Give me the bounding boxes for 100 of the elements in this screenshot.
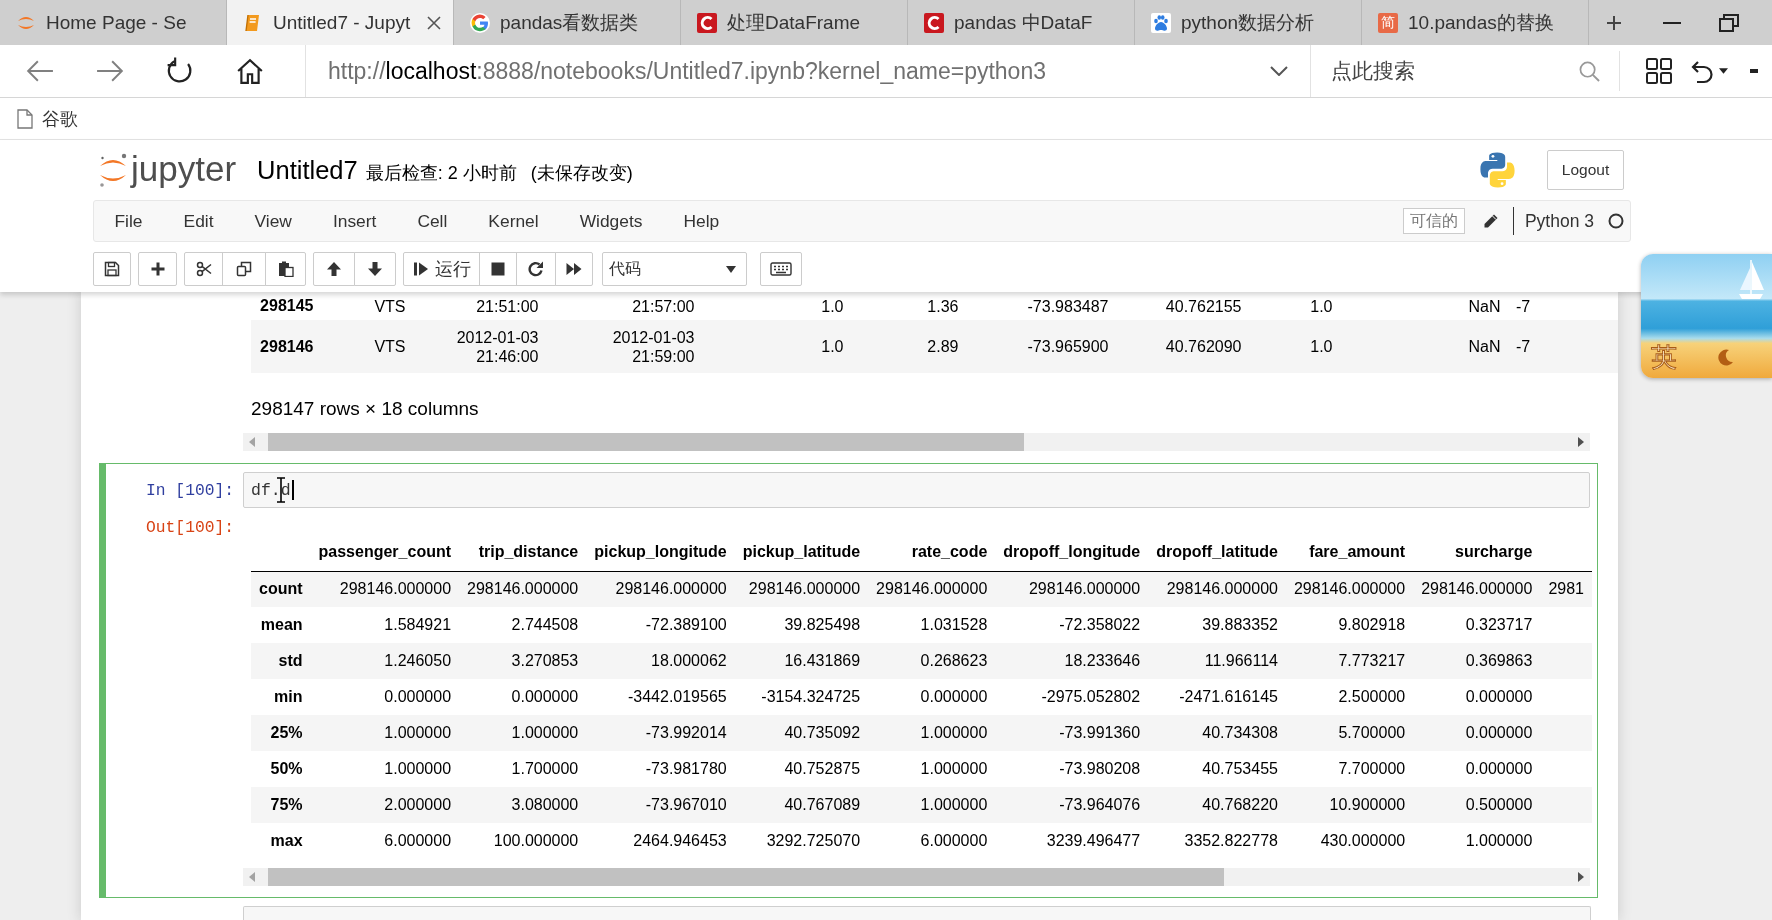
table-cell: 430.000000 (1285, 823, 1414, 859)
close-icon (427, 15, 441, 30)
table-cell: 3239.496477 (995, 823, 1149, 859)
home-icon (236, 57, 264, 85)
table-cell: 3.080000 (459, 787, 587, 823)
table-cell: 1.000000 (310, 751, 460, 787)
arrow-right-icon (96, 59, 124, 83)
table-cell: 298146.000000 (868, 571, 996, 607)
horizontal-scrollbar[interactable] (243, 433, 1590, 451)
run-button[interactable]: 运行 (403, 252, 480, 286)
column-header: surcharge (1413, 533, 1541, 571)
column-header: dropoff_latitude (1148, 533, 1286, 571)
cell-type-select[interactable]: 代码 (602, 252, 747, 286)
column-header: pickup_longitude (586, 533, 735, 571)
insert-cell-button[interactable] (138, 252, 177, 286)
table-cell: 0.000000 (310, 679, 460, 715)
interrupt-button[interactable] (479, 252, 517, 286)
menu-item[interactable]: Help (662, 201, 740, 241)
scrollbar-thumb[interactable] (268, 433, 1024, 451)
edit-button[interactable] (1482, 213, 1499, 229)
table-cell: 7.773217 (1285, 643, 1414, 679)
step-forward-icon (412, 261, 429, 277)
restart-icon (528, 261, 544, 277)
code-cell[interactable] (99, 463, 1598, 898)
row-header: count (251, 571, 311, 607)
arrow-right-icon[interactable] (1578, 437, 1584, 447)
table-cell: -73.964076 (995, 787, 1149, 823)
row-header: min (251, 679, 311, 715)
table-cell: 6.000000 (310, 823, 460, 859)
table-cell: 40.752875 (734, 751, 869, 787)
horizontal-scrollbar[interactable] (243, 868, 1590, 886)
table-cell: 39.825498 (734, 607, 869, 643)
bookmark-item[interactable]: 谷歌 (17, 106, 78, 131)
notebook-name[interactable]: Untitled7 (257, 155, 358, 185)
crescent-icon (1717, 348, 1735, 366)
paw-icon (1151, 12, 1171, 33)
table-cell: 0.000000 (1413, 751, 1541, 787)
table-cell: 39.883352 (1148, 607, 1286, 643)
scrollbar-thumb[interactable] (268, 868, 1224, 886)
run-all-button[interactable] (555, 252, 593, 286)
table-cell: 0.268623 (868, 643, 996, 679)
copy-button[interactable] (222, 252, 266, 286)
table-cell: -2975.052802 (995, 679, 1149, 715)
table-cell-text: -7 (1515, 337, 1532, 356)
table-cell-text: 2012-01-03 21:59:00 (611, 327, 696, 366)
menu-item[interactable]: File (94, 201, 164, 241)
table-cell: -3154.324725 (734, 679, 869, 715)
table-cell: 298146.000000 (586, 571, 735, 607)
menu-item[interactable]: Widgets (559, 201, 663, 241)
table-cell: 9.802918 (1285, 607, 1414, 643)
table-cell: 2.744508 (459, 607, 587, 643)
row-header: 298146 (259, 337, 315, 356)
table-cell-text: 2012-01-03 21:46:00 (455, 327, 540, 366)
menu-item[interactable]: Edit (163, 201, 234, 241)
column-header: trip_distance (459, 533, 587, 571)
arrow-left-icon (26, 59, 54, 83)
table-cell-text: -73.983487 (1026, 296, 1110, 316)
table-cell: -73.980208 (995, 751, 1149, 787)
move-down-button[interactable] (354, 252, 396, 286)
checkpoint-status: 最后检查: 2 小时前 (365, 162, 517, 185)
table-cell-text: 1.0 (1309, 337, 1334, 356)
table-cell-text: 1.0 (820, 337, 845, 356)
menu-item[interactable]: Kernel (467, 201, 560, 241)
table-cell-text: -73.965900 (1026, 337, 1110, 356)
search-field[interactable]: 点此搜索 (1331, 59, 1561, 83)
table-cell: 1.000000 (868, 715, 996, 751)
cut-button[interactable] (184, 252, 223, 286)
move-up-button[interactable] (313, 252, 355, 286)
column-header: rate_code (868, 533, 996, 571)
output-prompt: Out[100]: (145, 517, 235, 538)
table-cell: 0.000000 (1413, 715, 1541, 751)
arrow-up-icon (326, 261, 342, 277)
menu-item[interactable]: View (234, 201, 313, 241)
paste-button[interactable] (265, 252, 306, 286)
table-cell: 40.768220 (1148, 787, 1286, 823)
input-mode-label: 英 (1651, 342, 1677, 372)
table-cell: -72.358022 (995, 607, 1149, 643)
table-cell: 100.000000 (459, 823, 587, 859)
table-cell: 2.500000 (1285, 679, 1414, 715)
logout-button[interactable]: Logout (1547, 150, 1624, 190)
c-logo-icon (924, 12, 944, 33)
table-cell: 3.270853 (459, 643, 587, 679)
pencil-icon (1482, 213, 1499, 229)
menu-item[interactable]: Cell (396, 201, 468, 241)
save-button[interactable] (93, 252, 131, 286)
table-cell: 1.000000 (310, 715, 460, 751)
restart-button[interactable] (516, 252, 556, 286)
url-field[interactable]: http://localhost:8888/notebooks/Untitled7.ipynb?kernel_name=python3 (328, 57, 1046, 85)
menu-item[interactable]: Insert (312, 201, 397, 241)
browser-tab[interactable]: Untitled7 - Jupyt (227, 0, 454, 45)
c-logo-icon (697, 12, 717, 33)
code-input-field[interactable] (243, 906, 1591, 920)
plus-icon (1606, 14, 1622, 31)
table-cell: -2471.616145 (1148, 679, 1286, 715)
keyboard-shortcuts-button[interactable] (760, 252, 802, 286)
site-badge: 简 (1378, 12, 1398, 33)
table-cell: 0.000000 (459, 679, 587, 715)
table-cell: 40.753455 (1148, 751, 1286, 787)
table-cell: 3352.822778 (1148, 823, 1286, 859)
arrow-right-icon[interactable] (1578, 872, 1584, 882)
